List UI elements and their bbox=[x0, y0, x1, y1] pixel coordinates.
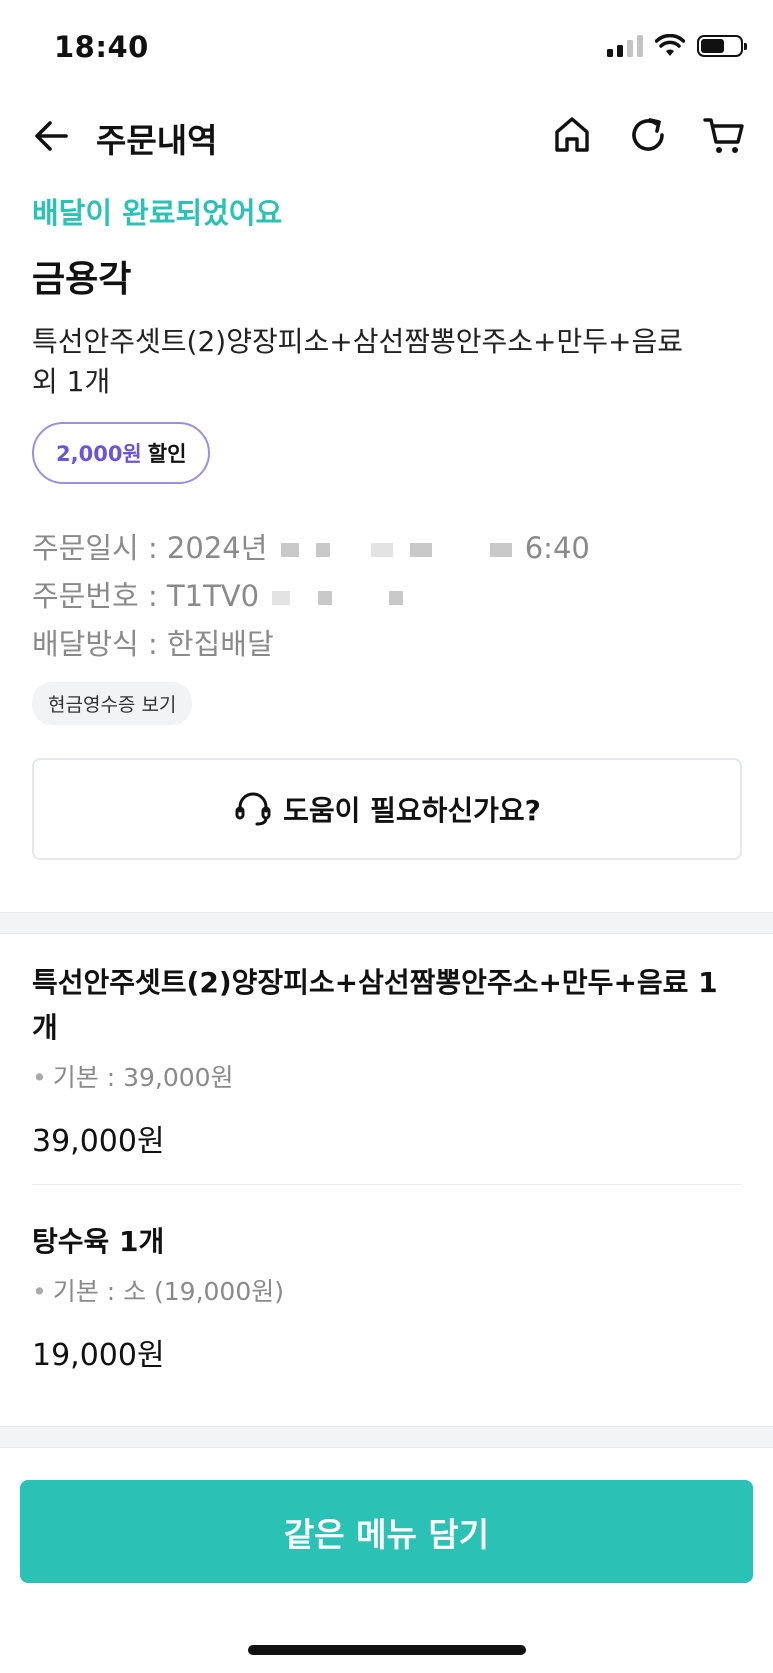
app-header: 주문내역 bbox=[0, 96, 773, 176]
order-info: 주문일시 : 2024년 6:40 주문번호 : T1TV0 배달방식 : 한집… bbox=[32, 524, 742, 668]
discount-label: 할인 bbox=[147, 442, 187, 466]
redacted-block bbox=[272, 591, 291, 605]
list-item: 탕수육 1개 • 기본 : 소 (19,000원) 19,000원 bbox=[32, 1184, 742, 1398]
status-time: 18:40 bbox=[54, 30, 149, 64]
back-arrow-icon[interactable] bbox=[30, 114, 74, 158]
header-actions bbox=[549, 112, 747, 158]
status-bar: 18:40 bbox=[0, 0, 773, 96]
battery-icon bbox=[697, 35, 747, 57]
discount-badge: 2,000원 할인 bbox=[32, 422, 211, 484]
home-icon[interactable] bbox=[549, 112, 595, 158]
page-title: 주문내역 bbox=[96, 121, 218, 160]
order-title: 특선안주셋트(2)양장피소+삼선짬뽕안주소+만두+음료 외 1개 bbox=[32, 322, 742, 402]
refresh-icon[interactable] bbox=[625, 112, 671, 158]
order-date-tail: 6:40 bbox=[524, 531, 590, 565]
wifi-icon bbox=[655, 34, 685, 56]
section-divider bbox=[0, 1426, 773, 1448]
redacted-block bbox=[489, 543, 512, 557]
delivery-method-row: 배달방식 : 한집배달 bbox=[32, 627, 274, 661]
help-label: 도움이 필요하신가요? bbox=[283, 794, 541, 827]
help-button[interactable]: 도움이 필요하신가요? bbox=[32, 758, 742, 860]
item-name: 특선안주셋트(2)양장피소+삼선짬뽕안주소+만두+음료 1개 bbox=[32, 966, 718, 1044]
redacted-block bbox=[280, 543, 299, 557]
order-date-label: 주문일시 : 2024년 bbox=[32, 531, 268, 565]
item-price: 39,000원 bbox=[32, 1124, 165, 1159]
redacted-block bbox=[388, 591, 403, 605]
order-summary: 배달이 완료되었어요 금용각 특선안주셋트(2)양장피소+삼선짬뽕안주소+만두+… bbox=[32, 190, 742, 725]
discount-amount: 2,000원 bbox=[56, 442, 142, 466]
item-option: • 기본 : 39,000원 bbox=[32, 1063, 234, 1092]
item-price: 19,000원 bbox=[32, 1338, 165, 1373]
signal-icon bbox=[607, 35, 643, 57]
order-date-row: 주문일시 : 2024년 6:40 bbox=[32, 524, 742, 572]
order-number-label: 주문번호 : T1TV0 bbox=[32, 579, 260, 613]
redacted-block bbox=[410, 543, 433, 557]
section-divider bbox=[0, 912, 773, 934]
delivery-status: 배달이 완료되었어요 bbox=[32, 196, 283, 230]
cash-receipt-button[interactable]: 현금영수증 보기 bbox=[32, 682, 193, 725]
home-indicator bbox=[248, 1645, 526, 1655]
order-title-line1: 특선안주셋트(2)양장피소+삼선짬뽕안주소+만두+음료 bbox=[32, 325, 684, 358]
add-same-menu-button[interactable]: 같은 메뉴 담기 bbox=[20, 1480, 753, 1583]
status-icons bbox=[607, 34, 747, 58]
headset-icon bbox=[235, 792, 271, 826]
order-items-list: 특선안주셋트(2)양장피소+삼선짬뽕안주소+만두+음료 1개 • 기본 : 39,… bbox=[32, 960, 742, 1398]
list-item: 특선안주셋트(2)양장피소+삼선짬뽕안주소+만두+음료 1개 • 기본 : 39,… bbox=[32, 960, 742, 1184]
cart-icon[interactable] bbox=[701, 112, 747, 158]
order-title-line2: 외 1개 bbox=[32, 365, 111, 398]
store-name[interactable]: 금용각 bbox=[32, 250, 742, 302]
item-name: 탕수육 1개 bbox=[32, 1225, 165, 1258]
redacted-block bbox=[317, 591, 332, 605]
item-option: • 기본 : 소 (19,000원) bbox=[32, 1277, 284, 1306]
redacted-block bbox=[371, 543, 394, 557]
order-number-row: 주문번호 : T1TV0 bbox=[32, 572, 742, 620]
redacted-block bbox=[315, 543, 330, 557]
